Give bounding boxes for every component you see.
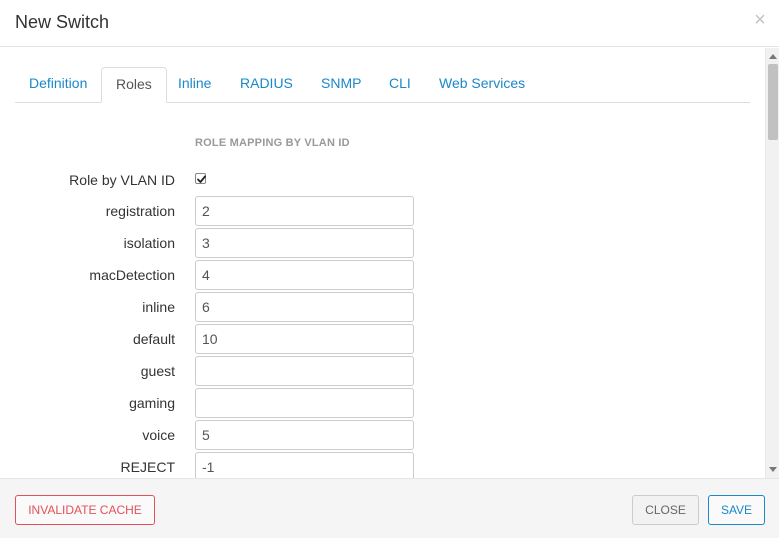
field-row-voice: voice [0,420,765,450]
gaming-input[interactable] [195,388,414,418]
field-label: gaming [129,395,175,411]
scroll-thumb[interactable] [768,64,778,140]
role-by-vlan-checkbox[interactable] [195,173,206,184]
scroll-up-icon[interactable] [769,54,777,59]
field-label: guest [140,363,175,379]
default-input[interactable] [195,324,414,354]
field-row-default: default [0,324,765,354]
field-label: REJECT [120,459,175,475]
tab-roles[interactable]: Roles [101,67,167,103]
close-button[interactable]: CLOSE [632,495,699,525]
reject-input[interactable] [195,452,414,478]
close-icon[interactable]: × [752,10,768,30]
dialog-body: Definition Roles Inline RADIUS SNMP CLI … [0,48,765,478]
tab-bar: Definition Roles Inline RADIUS SNMP CLI … [15,67,750,103]
dialog-footer: INVALIDATE CACHE CLOSE SAVE [0,478,779,538]
tab-definition[interactable]: Definition [15,67,101,102]
inline-input[interactable] [195,292,414,322]
role-by-vlan-row: Role by VLAN ID [0,165,765,195]
save-button[interactable]: SAVE [708,495,765,525]
tab-radius[interactable]: RADIUS [226,67,307,102]
section-title: ROLE MAPPING BY VLAN ID [195,137,350,149]
dialog-header: New Switch × [0,0,779,47]
field-row-inline: inline [0,292,765,322]
registration-input[interactable] [195,196,414,226]
dialog-title: New Switch [15,12,110,32]
field-row-registration: registration [0,196,765,226]
field-row-guest: guest [0,356,765,386]
macdetection-input[interactable] [195,260,414,290]
field-label: inline [142,299,175,315]
invalidate-cache-button[interactable]: INVALIDATE CACHE [15,495,155,525]
field-row-gaming: gaming [0,388,765,418]
field-row-isolation: isolation [0,228,765,258]
isolation-input[interactable] [195,228,414,258]
checkmark-icon [197,175,206,183]
field-row-macdetection: macDetection [0,260,765,290]
field-label: voice [142,427,175,443]
scroll-down-icon[interactable] [769,467,777,472]
new-switch-dialog: New Switch × Definition Roles Inline RAD… [0,0,779,538]
role-by-vlan-label: Role by VLAN ID [69,172,175,188]
voice-input[interactable] [195,420,414,450]
tab-cli[interactable]: CLI [375,67,425,102]
tab-web-services[interactable]: Web Services [425,67,539,102]
field-label: isolation [123,235,175,251]
field-label: default [132,331,175,347]
field-row-reject: REJECT [0,452,765,478]
field-label: registration [105,203,175,219]
guest-input[interactable] [195,356,414,386]
field-label: macDetection [89,267,175,283]
vertical-scrollbar[interactable] [765,48,779,478]
tab-inline[interactable]: Inline [164,67,225,102]
tab-snmp[interactable]: SNMP [307,67,375,102]
